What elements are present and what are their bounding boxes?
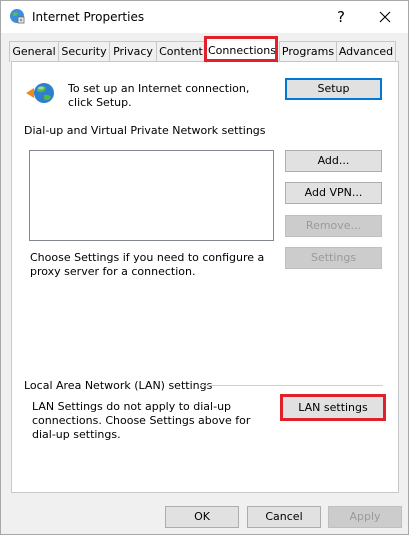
add-button[interactable]: Add... bbox=[285, 150, 382, 172]
proxy-instructions: Choose Settings if you need to configure… bbox=[30, 251, 265, 278]
lan-settings-button[interactable]: LAN settings bbox=[280, 394, 386, 421]
apply-button[interactable]: Apply bbox=[328, 506, 402, 528]
settings-button[interactable]: Settings bbox=[285, 247, 382, 269]
lan-divider bbox=[200, 385, 383, 386]
window-title: Internet Properties bbox=[32, 10, 145, 24]
internet-properties-window: Internet Properties ? General Security P… bbox=[0, 0, 409, 535]
help-button[interactable]: ? bbox=[331, 7, 351, 27]
lan-instructions: LAN Settings do not apply to dial-up con… bbox=[32, 400, 251, 441]
title-bar: Internet Properties ? bbox=[1, 1, 408, 33]
connections-list[interactable] bbox=[29, 150, 274, 241]
tab-advanced[interactable]: Advanced bbox=[336, 41, 396, 62]
setup-button[interactable]: Setup bbox=[285, 78, 382, 100]
dialup-vpn-heading: Dial-up and Virtual Private Network sett… bbox=[24, 124, 266, 137]
tab-content[interactable]: Content bbox=[156, 41, 206, 62]
cancel-button[interactable]: Cancel bbox=[247, 506, 321, 528]
close-icon[interactable] bbox=[375, 7, 395, 27]
tab-programs[interactable]: Programs bbox=[279, 41, 337, 62]
tab-privacy[interactable]: Privacy bbox=[109, 41, 157, 62]
tab-general[interactable]: General bbox=[9, 41, 59, 62]
globe-connection-icon bbox=[26, 83, 54, 103]
remove-button[interactable]: Remove... bbox=[285, 215, 382, 237]
add-vpn-button[interactable]: Add VPN... bbox=[285, 182, 382, 204]
ok-button[interactable]: OK bbox=[165, 506, 239, 528]
setup-instructions: To set up an Internet connection, click … bbox=[68, 82, 250, 109]
connections-tab-highlight bbox=[204, 36, 278, 62]
lan-heading: Local Area Network (LAN) settings bbox=[24, 379, 213, 392]
tab-security[interactable]: Security bbox=[58, 41, 110, 62]
internet-options-icon bbox=[10, 9, 25, 24]
